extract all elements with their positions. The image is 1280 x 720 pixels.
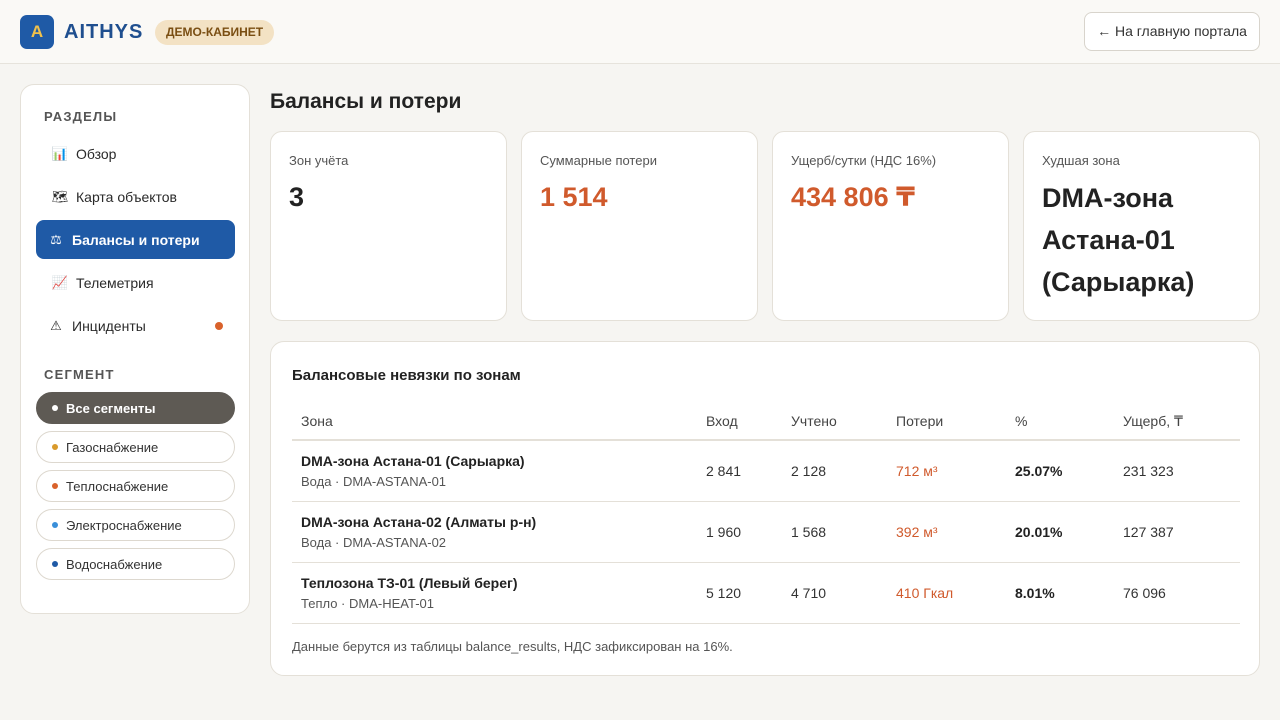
- sidebar: РАЗДЕЛЫ 📊 Обзор 🗺 Карта объектов ⚖ Балан…: [20, 84, 250, 614]
- segment-electricity[interactable]: Электроснабжение: [36, 509, 235, 541]
- table-header-row: Зона Вход Учтено Потери % Ущерб, ₸: [292, 404, 1240, 441]
- sidebar-item-label: Карта объектов: [76, 188, 177, 205]
- sidebar-item-label: Обзор: [76, 145, 117, 162]
- sidebar-item-overview[interactable]: 📊 Обзор: [36, 134, 235, 173]
- zone-cell: DMA-зона Астана-01 (Сарыарка) Вода · DMA…: [301, 453, 525, 489]
- column-header-damage: Ущерб, ₸: [1123, 413, 1183, 429]
- kpi-card-daily-damage: Ущерб/сутки (НДС 16%) 434 806 ₸: [772, 131, 1009, 321]
- loss-cell: 410 Гкал: [896, 585, 954, 601]
- page-title: Балансы и потери: [270, 90, 462, 113]
- line-chart-icon: 📈: [51, 274, 69, 290]
- zone-subtitle: Тепло · DMA-HEAT-01: [301, 596, 434, 611]
- kpi-label: Ущерб/сутки (НДС 16%): [791, 153, 937, 168]
- segment-label: Все сегменты: [66, 400, 156, 416]
- segment-dot: [52, 405, 58, 411]
- kpi-card-zones: Зон учёта 3: [270, 131, 507, 321]
- table-footnote: Данные берутся из таблицы balance_result…: [292, 639, 733, 654]
- zone-subtitle: Вода · DMA-ASTANA-02: [301, 535, 447, 550]
- kpi-card-worst-zone: Худшая зона DMA-зона Астана-01 (Сарыарка…: [1023, 131, 1260, 321]
- zone-name: Теплозона ТЗ-01 (Левый берег): [301, 575, 518, 591]
- damage-cell: 127 387: [1123, 524, 1174, 540]
- segment-dot: [52, 522, 58, 528]
- logo-icon[interactable]: A: [20, 15, 54, 49]
- kpi-value: DMA-зона Астана-01 (Сарыарка): [1042, 183, 1195, 297]
- segment-label: Газоснабжение: [66, 439, 159, 455]
- accounted-cell: 2 128: [791, 463, 827, 479]
- segment-heat[interactable]: Теплоснабжение: [36, 470, 235, 502]
- input-cell: 5 120: [706, 585, 742, 601]
- percent-cell: 25.07%: [1015, 463, 1063, 479]
- zone-cell: Теплозона ТЗ-01 (Левый берег) Тепло · DM…: [301, 575, 518, 611]
- segment-water[interactable]: Водоснабжение: [36, 548, 235, 580]
- damage-cell: 231 323: [1123, 463, 1174, 479]
- segment-label: Электроснабжение: [66, 517, 182, 533]
- kpi-label: Худшая зона: [1042, 153, 1120, 168]
- sidebar-item-map[interactable]: 🗺 Карта объектов: [36, 177, 235, 216]
- sidebar-item-balances[interactable]: ⚖ Балансы и потери: [36, 220, 235, 259]
- zone-name: DMA-зона Астана-02 (Алматы р-н): [301, 514, 537, 530]
- sidebar-item-incidents[interactable]: ⚠ Инциденты: [36, 306, 235, 345]
- percent-cell: 20.01%: [1015, 524, 1063, 540]
- input-cell: 1 960: [706, 524, 742, 540]
- accounted-cell: 1 568: [791, 524, 827, 540]
- sidebar-item-label: Инциденты: [72, 317, 146, 334]
- demo-badge: ДЕМО-КАБИНЕТ: [155, 20, 275, 45]
- table-row[interactable]: DMA-зона Астана-02 (Алматы р-н) Вода · D…: [292, 502, 1240, 563]
- kpi-value: 1 514: [540, 182, 608, 212]
- brand-name[interactable]: AITHYS: [64, 21, 143, 44]
- loss-cell: 712 м³: [896, 463, 938, 479]
- sidebar-item-label: Телеметрия: [76, 274, 154, 291]
- accounted-cell: 4 710: [791, 585, 827, 601]
- segment-dot: [52, 444, 58, 450]
- kpi-card-total-losses: Суммарные потери 1 514: [521, 131, 758, 321]
- loss-cell: 392 м³: [896, 524, 938, 540]
- segment-dot: [52, 561, 58, 567]
- table-title: Балансовые невязки по зонам: [292, 367, 521, 384]
- kpi-value: 434 806 ₸: [791, 182, 915, 212]
- table-row[interactable]: Теплозона ТЗ-01 (Левый берег) Тепло · DM…: [292, 563, 1240, 624]
- scales-icon: ⚖: [50, 231, 62, 247]
- incident-indicator-dot: [215, 322, 223, 330]
- zone-cell: DMA-зона Астана-02 (Алматы р-н) Вода · D…: [301, 514, 536, 550]
- sidebar-item-label: Балансы и потери: [72, 231, 200, 248]
- kpi-value: 3: [289, 182, 305, 212]
- damage-cell: 76 096: [1123, 585, 1166, 601]
- table-row[interactable]: DMA-зона Астана-01 (Сарыарка) Вода · DMA…: [292, 441, 1240, 502]
- column-header-percent: %: [1015, 413, 1028, 429]
- segment-label: Водоснабжение: [66, 556, 163, 572]
- percent-cell: 8.01%: [1015, 585, 1055, 601]
- zone-subtitle: Вода · DMA-ASTANA-01: [301, 474, 447, 489]
- kpi-label: Зон учёта: [289, 153, 349, 168]
- column-header-losses: Потери: [896, 413, 944, 429]
- bar-chart-icon: 📊: [51, 145, 69, 161]
- column-header-input: Вход: [706, 413, 738, 429]
- zone-name: DMA-зона Астана-01 (Сарыарка): [301, 453, 525, 469]
- segment-heading: СЕГМЕНТ: [44, 367, 115, 382]
- back-to-portal-button[interactable]: ← На главную портала: [1084, 12, 1260, 51]
- sections-heading: РАЗДЕЛЫ: [44, 109, 118, 124]
- segment-all[interactable]: Все сегменты: [36, 392, 235, 424]
- sidebar-item-telemetry[interactable]: 📈 Телеметрия: [36, 263, 235, 302]
- segment-dot: [52, 483, 58, 489]
- segment-gas[interactable]: Газоснабжение: [36, 431, 235, 463]
- top-bar: A AITHYS ДЕМО-КАБИНЕТ ← На главную порта…: [0, 0, 1280, 64]
- input-cell: 2 841: [706, 463, 742, 479]
- column-header-zone: Зона: [301, 413, 333, 429]
- zone-balance-table-card: Балансовые невязки по зонам Зона Вход Уч…: [270, 341, 1260, 676]
- segment-label: Теплоснабжение: [66, 478, 169, 494]
- world-map-icon: 🗺: [51, 188, 69, 204]
- column-header-accounted: Учтено: [791, 413, 837, 429]
- kpi-label: Суммарные потери: [540, 153, 657, 168]
- warning-icon: ⚠: [50, 317, 62, 333]
